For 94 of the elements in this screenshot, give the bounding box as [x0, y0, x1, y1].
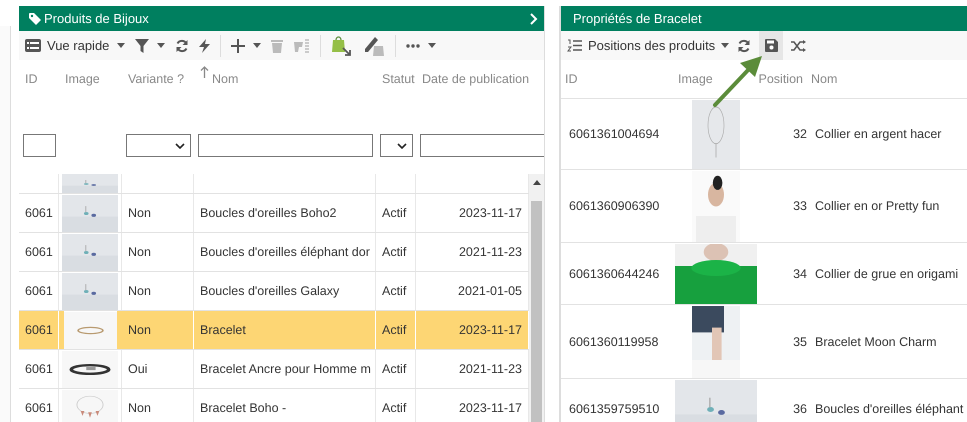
filter-icon[interactable]	[135, 38, 150, 52]
table-cell: 6061360906390	[569, 199, 660, 213]
caret-icon	[157, 43, 166, 48]
column-header[interactable]: Date de publication	[422, 72, 530, 86]
table-cell: 2021-11-23	[458, 362, 522, 376]
table-cell: 6061	[25, 245, 53, 259]
refresh-icon[interactable]	[737, 38, 752, 52]
table-cell: Actif	[382, 401, 406, 415]
table-cell: 6061	[25, 323, 53, 337]
table-cell: Non	[128, 284, 151, 298]
table-cell: Actif	[382, 206, 406, 220]
shopping-bag-icon[interactable]	[331, 34, 354, 56]
lightning-icon[interactable]	[199, 38, 210, 52]
chevron-down-icon	[397, 142, 407, 148]
table-cell: Non	[128, 245, 151, 259]
column-header[interactable]: Image	[678, 72, 713, 86]
caret-icon	[721, 43, 730, 48]
table-cell: Actif	[382, 362, 406, 376]
caret-icon	[117, 43, 126, 48]
panel-title: Produits de Bijoux	[44, 11, 149, 26]
view-dropdown[interactable]: Positions des produits	[567, 38, 716, 53]
table-cell: 2021-11-23	[458, 245, 522, 259]
table-cell: 32	[793, 127, 807, 141]
table-cell: Boucles d'oreilles Boho2	[200, 206, 336, 220]
column-header[interactable]: Nom	[212, 72, 238, 86]
table-cell: Collier en argent hacer	[815, 127, 942, 141]
table-cell: 6061360644246	[569, 266, 660, 280]
numbered-list-icon	[567, 39, 582, 52]
table-cell: 6061	[25, 362, 53, 376]
more-icon[interactable]	[406, 44, 420, 48]
column-header[interactable]: Variante ?	[128, 72, 184, 86]
table-row[interactable]: 6061 Non Boucles d'oreilles Boho2 Actif 2023-11-17	[19, 194, 529, 233]
filter-field[interactable]	[420, 134, 544, 157]
table-cell: Non	[128, 206, 151, 220]
table-cell: Actif	[382, 323, 406, 337]
caret-icon	[428, 43, 436, 48]
chevron-down-icon	[175, 142, 185, 148]
filter-select[interactable]	[126, 134, 191, 157]
column-header[interactable]: Position	[758, 72, 803, 86]
table-cell: 2023-11-17	[458, 323, 522, 337]
table-cell: Boucles d'oreilles éléphant	[815, 402, 964, 416]
filter-select[interactable]	[380, 134, 413, 157]
table-row[interactable]: 6061 Non Bracelet Boho - Actif 2023-11-17	[19, 389, 529, 422]
scroll-up-icon[interactable]	[532, 180, 540, 185]
list-icon	[25, 39, 41, 52]
scrollbar-thumb[interactable]	[531, 201, 542, 422]
table-cell: Collier de grue en origami	[815, 266, 958, 280]
save-icon	[764, 39, 778, 52]
table-cell: Actif	[382, 284, 406, 298]
table-cell: 33	[793, 199, 807, 213]
pencil-icon[interactable]	[363, 34, 386, 56]
table-cell: Boucles d'oreilles éléphant dor	[200, 245, 370, 259]
table-cell: 2023-11-17	[458, 401, 522, 415]
table-row[interactable]: 6061 Non Boucles d'oreilles éléphant dor Actif 2021-11-23	[19, 233, 529, 272]
table-cell: Bracelet	[200, 323, 246, 337]
table-cell: 2021-01-05	[458, 284, 522, 298]
table-cell: Oui	[128, 362, 148, 376]
table-cell: 6061	[25, 206, 53, 220]
table-cell: Bracelet Boho -	[200, 401, 286, 415]
view-dropdown[interactable]: Vue rapide	[25, 38, 110, 53]
table-cell: 34	[793, 266, 807, 280]
table-cell: 6061359759510	[569, 402, 660, 416]
table-cell: 2023-11-17	[458, 206, 522, 220]
table-cell: Boucles d'oreilles Galaxy	[200, 284, 340, 298]
table-cell: Collier en or Pretty fun	[815, 199, 940, 213]
table-cell: Non	[128, 401, 151, 415]
chevron-right-icon[interactable]	[530, 12, 538, 24]
filter-field[interactable]	[23, 134, 56, 157]
table-cell: 36	[793, 402, 807, 416]
column-header[interactable]: Statut	[382, 72, 415, 86]
table-row[interactable]: 6061 Non Bracelet Actif 2023-11-17	[19, 311, 529, 350]
table-cell: 6061	[25, 284, 53, 298]
table-cell: 6061	[25, 401, 53, 415]
tag-icon	[29, 12, 41, 24]
scrollbar[interactable]	[529, 174, 544, 422]
table-cell: 6061361004694	[569, 127, 660, 141]
column-header[interactable]: ID	[565, 72, 578, 86]
table-cell: Non	[128, 323, 151, 337]
column-header[interactable]: Nom	[811, 72, 838, 86]
refresh-icon[interactable]	[175, 38, 190, 52]
table-cell: 35	[793, 334, 807, 348]
table-cell: Bracelet Ancre pour Homme m	[200, 362, 371, 376]
table-cell: Actif	[382, 245, 406, 259]
filter-field[interactable]	[198, 134, 373, 157]
save-button[interactable]	[759, 31, 784, 60]
plus-icon[interactable]	[231, 38, 246, 52]
panel-title: Propriétés de Bracelet	[573, 11, 702, 26]
table-cell: Bracelet Moon Charm	[815, 334, 937, 348]
table-cell: 6061360119958	[569, 334, 658, 348]
column-header[interactable]: Image	[65, 72, 100, 86]
caret-icon	[253, 43, 262, 48]
shuffle-icon[interactable]	[791, 40, 806, 52]
table-row[interactable]: 6061 Oui Bracelet Ancre pour Homme m Actif 2021-11-23	[19, 350, 529, 389]
column-header[interactable]: ID	[25, 72, 38, 86]
